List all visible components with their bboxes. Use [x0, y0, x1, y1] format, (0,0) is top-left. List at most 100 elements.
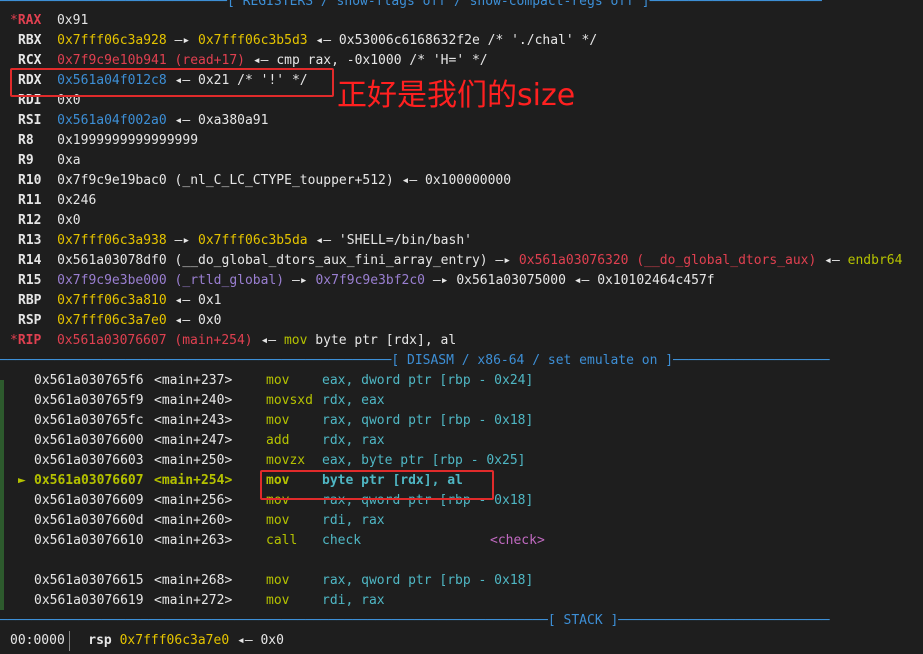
- reg-value: 0x0: [57, 213, 81, 228]
- reg-rax: *RAX 0x91: [10, 11, 88, 31]
- instruction-symbol: <main+256>: [154, 493, 233, 508]
- reg-name: R10: [18, 173, 42, 188]
- mnemonic: mov: [266, 593, 290, 608]
- instruction-symbol: <main+247>: [154, 433, 233, 448]
- registers-header: ─────────────────────────────[ REGISTERS…: [0, 0, 822, 9]
- operands: byte ptr [rdx], al: [307, 333, 457, 348]
- reg-rsi: RSI 0x561a04f002a0 ◂— 0xa380a91: [18, 111, 268, 131]
- operands: rdi, rax: [322, 593, 385, 608]
- instruction-symbol: <main+250>: [154, 453, 233, 468]
- code-pointer-value: 0x7f9c9e10b941: [57, 53, 167, 68]
- stack-row: 00:0000 rsp 0x7fff06c3a7e0 ◂— 0x0: [10, 631, 284, 651]
- reg-r14: R14 0x561a03078df0 (__do_global_dtors_au…: [18, 251, 902, 271]
- reg-r11: R11 0x246: [18, 191, 96, 211]
- instruction-address: 0x561a03076610: [34, 533, 144, 548]
- deref-value: —▸ 0x561a03075000 ◂— 0x10102464c457f: [425, 273, 715, 288]
- instruction-address: 0x561a03076615: [34, 573, 144, 588]
- reg-name: R11: [18, 193, 42, 208]
- deref-value: ◂— 0xa380a91: [166, 113, 269, 128]
- instruction-address: 0x561a030765fc: [34, 413, 144, 428]
- instruction-address: 0x561a03076609: [34, 493, 144, 508]
- changed-star: *: [10, 333, 18, 348]
- reg-value: 0xa: [57, 153, 81, 168]
- arrow: ◂—: [252, 333, 284, 348]
- reg-r13: R13 0x7fff06c3a938 —▸ 0x7fff06c3b5da ◂— …: [18, 231, 472, 251]
- reg-name: RBX: [18, 33, 42, 48]
- arrow: —▸: [166, 233, 199, 248]
- call-target: <check>: [490, 533, 545, 548]
- reg-r10: R10 0x7f9c9e19bac0 (_nl_C_LC_CTYPE_toupp…: [18, 171, 511, 191]
- instruction-symbol: <main+263>: [154, 533, 233, 548]
- deref-value: cmp rax, -0x1000 /* 'H=' */: [276, 53, 488, 68]
- reg-value: 0x7f9c9e19bac0 (_nl_C_LC_CTYPE_toupper+5…: [57, 173, 512, 188]
- changed-star: *: [10, 13, 18, 28]
- operands: rdx, eax: [322, 393, 385, 408]
- disasm-header: ────────────────────────────────────────…: [0, 353, 830, 368]
- mnemonic: mov: [266, 413, 290, 428]
- deref-value: ◂— 0x0: [166, 313, 222, 328]
- rodata-pointer-value: 0x7f9c9e3bf2c0: [315, 273, 426, 288]
- instruction-symbol: <main+268>: [154, 573, 233, 588]
- instruction-symbol: <main+254>: [154, 473, 233, 488]
- mnemonic: mov: [266, 573, 290, 588]
- instruction-address: 0x561a03076603: [34, 453, 144, 468]
- stack-pointer-value: 0x7fff06c3a810: [57, 293, 167, 308]
- code-pointer-value: 0x561a03076320 (__do_global_dtors_aux): [518, 253, 817, 268]
- instruction-address: 0x561a03076600: [34, 433, 144, 448]
- arrow: —▸: [166, 33, 199, 48]
- operands: rax, qword ptr [rbp - 0x18]: [322, 413, 534, 428]
- annotation-text: 正好是我们的size: [337, 78, 576, 113]
- stack-reg: rsp: [88, 633, 112, 648]
- instruction-address: 0x561a03076619: [34, 593, 144, 608]
- instruction-address: 0x561a030765f6: [34, 373, 144, 388]
- stack-pointer-value: 0x7fff06c3a7e0: [57, 313, 167, 328]
- instruction-symbol: <main+260>: [154, 513, 233, 528]
- arrow: ◂—: [816, 253, 848, 268]
- rodata-pointer-value: 0x7f9c9e3be000 (_rtld_global): [57, 273, 285, 288]
- mnemonic: mov: [266, 373, 290, 388]
- reg-name: RSP: [18, 313, 42, 328]
- reg-rbx: RBX 0x7fff06c3a928 —▸ 0x7fff06c3b5d3 ◂— …: [18, 31, 597, 51]
- instruction-symbol: <main+240>: [154, 393, 233, 408]
- mnemonic: call: [266, 533, 298, 548]
- operands: rdx, rax: [322, 433, 385, 448]
- reg-value: 0x246: [57, 193, 97, 208]
- operands: eax, byte ptr [rbp - 0x25]: [322, 453, 526, 468]
- reg-r9: R9 0xa: [18, 151, 81, 171]
- mnemonic: mov: [283, 333, 308, 348]
- reg-name: R9: [18, 153, 34, 168]
- stack-separator: [69, 631, 70, 651]
- stack-index: 00:0000: [10, 633, 65, 648]
- instruction-symbol: <main+243>: [154, 413, 233, 428]
- deref-value: ◂— 0x1: [166, 293, 222, 308]
- code-pointer-value: 0x561a03076607 (main+254): [56, 333, 253, 348]
- reg-name: R13: [18, 233, 42, 248]
- deref-value: ◂— 0x0: [229, 633, 284, 648]
- reg-rbp: RBP 0x7fff06c3a810 ◂— 0x1: [18, 291, 222, 311]
- arrow: ◂—: [245, 53, 277, 68]
- stack-pointer-value: 0x7fff06c3b5da: [198, 233, 308, 248]
- mnemonic: mov: [266, 513, 290, 528]
- stack-pointer-value: 0x7fff06c3a938: [57, 233, 167, 248]
- instruction-highlight-box: [260, 470, 494, 500]
- reg-name: RAX: [17, 13, 42, 28]
- symbol: (read+17): [166, 53, 245, 68]
- current-marker: ►: [18, 473, 26, 488]
- reg-rip: *RIP 0x561a03076607 (main+254) ◂— mov by…: [10, 331, 456, 351]
- instruction-address: 0x561a03076607: [34, 473, 144, 488]
- operands: rax, qword ptr [rbp - 0x18]: [322, 573, 534, 588]
- left-gutter: [0, 380, 4, 610]
- reg-r12: R12 0x0: [18, 211, 81, 231]
- reg-value: 0x1999999999999999: [57, 133, 199, 148]
- stack-pointer-value: 0x7fff06c3a928: [57, 33, 167, 48]
- reg-name: R14: [18, 253, 42, 268]
- operands: eax, dword ptr [rbp - 0x24]: [322, 373, 534, 388]
- mnemonic: add: [266, 433, 290, 448]
- reg-r8: R8 0x1999999999999999: [18, 131, 198, 151]
- stack-header: ────────────────────────────────────────…: [0, 613, 830, 628]
- arrow: —▸: [284, 273, 316, 288]
- deref-value: ◂— 0x53006c6168632f2e /* './chal' */: [307, 33, 598, 48]
- instruction-address: 0x561a0307660d: [34, 513, 144, 528]
- instruction-address: 0x561a030765f9: [34, 393, 144, 408]
- reg-r15: R15 0x7f9c9e3be000 (_rtld_global) —▸ 0x7…: [18, 271, 715, 291]
